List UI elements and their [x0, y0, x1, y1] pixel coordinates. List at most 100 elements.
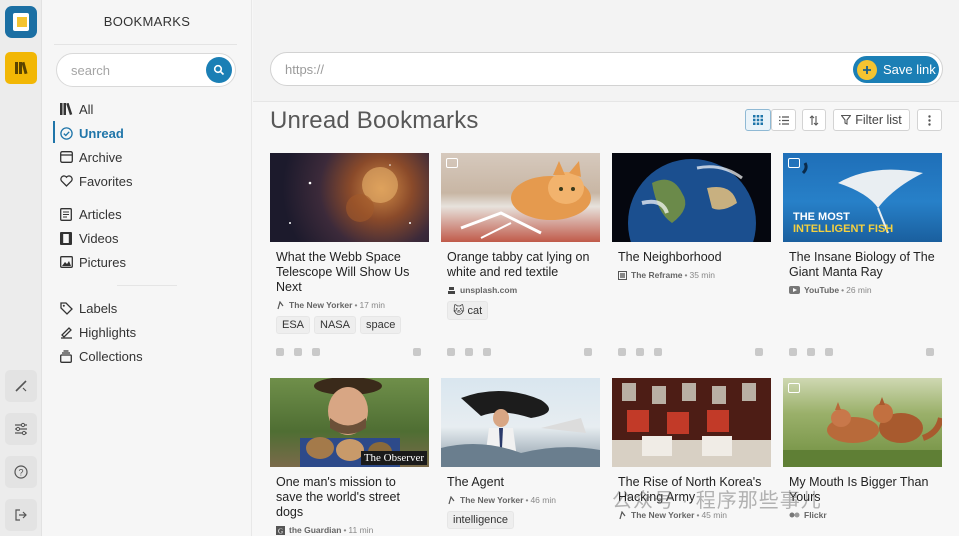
bookmark-card[interactable]: Orange tabby cat lying on white and red …: [441, 153, 600, 356]
tag-chip[interactable]: intelligence: [447, 511, 515, 529]
card-title[interactable]: The Insane Biology of The Giant Manta Ra…: [789, 250, 936, 280]
sidebar-item-unread[interactable]: Unread: [58, 121, 132, 145]
bookmark-card[interactable]: What the Webb Space Telescope Will Show …: [270, 153, 429, 356]
sidebar-item-pictures[interactable]: Pictures: [58, 250, 126, 274]
tag-chip[interactable]: space: [359, 316, 402, 334]
divider: [54, 44, 237, 45]
sidebar-item-label: All: [79, 101, 94, 117]
source-favicon-icon: [618, 270, 627, 280]
active-indicator: [53, 121, 55, 143]
sidebar-item-favorites[interactable]: Favorites: [58, 169, 132, 193]
card-title[interactable]: One man's mission to save the world's st…: [276, 475, 423, 520]
library-rail-button[interactable]: [5, 52, 37, 84]
open-link-icon[interactable]: [312, 348, 320, 356]
sidebar-item-archive[interactable]: Archive: [58, 145, 132, 169]
sidebar-title: BOOKMARKS: [103, 14, 191, 29]
bookmark-card[interactable]: The Agent The New Yorker • 46 min intell…: [441, 378, 600, 529]
card-thumbnail: [783, 378, 942, 467]
logout-icon: [15, 509, 27, 521]
archive-icon[interactable]: [465, 348, 473, 356]
archive-icon[interactable]: [807, 348, 815, 356]
sidebar-item-label: Labels: [79, 300, 118, 316]
settings-rail-button[interactable]: [5, 413, 37, 445]
sidebar-item-articles[interactable]: Articles: [58, 202, 126, 226]
archive-icon[interactable]: [636, 348, 644, 356]
wand-icon: [15, 380, 27, 392]
favorite-icon[interactable]: [447, 348, 455, 356]
open-link-icon[interactable]: [483, 348, 491, 356]
trash-icon[interactable]: [755, 348, 763, 356]
bookmark-card[interactable]: THE MOST INTELLIGENT FISH The Insane Bio…: [783, 153, 942, 356]
sidebar-item-label: Highlights: [79, 324, 137, 340]
card-source: The Reframe: [631, 270, 683, 280]
url-input[interactable]: [285, 62, 785, 77]
tag-icon: [58, 300, 74, 316]
sidebar-item-collections[interactable]: Collections: [58, 344, 143, 368]
search-input[interactable]: [71, 63, 201, 78]
tag-chip[interactable]: 🐱 cat: [447, 301, 489, 320]
favorite-icon[interactable]: [276, 348, 284, 356]
sidebar-item-highlights[interactable]: Highlights: [58, 320, 143, 344]
plus-icon: [857, 59, 877, 80]
save-link-button[interactable]: Save link: [853, 56, 939, 83]
card-actions: [789, 348, 937, 360]
card-meta: G the Guardian • 11 min: [276, 525, 374, 535]
card-title[interactable]: The Agent: [447, 475, 594, 490]
favorite-icon[interactable]: [789, 348, 797, 356]
nav-group-organize: Labels Highlights Collections: [58, 296, 143, 368]
open-link-icon[interactable]: [825, 348, 833, 356]
svg-text:G: G: [278, 527, 283, 535]
card-actions: [276, 348, 424, 360]
highlighter-icon: [58, 324, 74, 340]
favorite-icon[interactable]: [618, 348, 626, 356]
sidebar-item-labels[interactable]: Labels: [58, 296, 143, 320]
search-button[interactable]: [206, 57, 232, 83]
list-icon: [778, 115, 789, 125]
open-link-icon[interactable]: [654, 348, 662, 356]
logout-rail-button[interactable]: [5, 499, 37, 531]
tools-rail-button[interactable]: [5, 370, 37, 402]
sidebar: BOOKMARKS All Unread Archive Favorites A…: [42, 0, 252, 536]
sort-button[interactable]: [802, 109, 826, 131]
card-actions: [618, 348, 766, 360]
card-meta: YouTube • 26 min: [789, 285, 936, 295]
help-rail-button[interactable]: ?: [5, 456, 37, 488]
filter-list-button[interactable]: Filter list: [833, 109, 910, 131]
sidebar-item-all[interactable]: All: [58, 97, 132, 121]
card-thumbnail: [270, 153, 429, 242]
card-title[interactable]: The Neighborhood: [618, 250, 765, 265]
card-source: The New Yorker: [289, 300, 353, 310]
bookmark-card[interactable]: The Neighborhood The Reframe • 35 min: [612, 153, 771, 356]
card-meta: The New Yorker • 46 min: [447, 495, 594, 505]
card-source: unsplash.com: [460, 285, 518, 295]
thumb-masthead: The Observer: [360, 451, 427, 465]
trash-icon[interactable]: [413, 348, 421, 356]
trash-icon[interactable]: [584, 348, 592, 356]
video-type-icon: [788, 158, 800, 168]
image-icon: [58, 254, 74, 270]
svg-text:?: ?: [18, 468, 23, 478]
tag-chip[interactable]: ESA: [276, 316, 311, 334]
stack-icon: [58, 348, 74, 364]
sidebar-item-videos[interactable]: Videos: [58, 226, 126, 250]
list-view-button[interactable]: [771, 109, 796, 131]
thumb-title-line-1: THE MOST: [793, 211, 850, 223]
card-thumbnail: [441, 378, 600, 467]
card-thumbnail: [612, 378, 771, 467]
card-tags: intelligence: [447, 511, 594, 529]
grid-view-button[interactable]: [745, 109, 771, 131]
archive-icon: [58, 149, 74, 165]
app-logo-icon[interactable]: [5, 6, 37, 38]
card-thumbnail: THE MOST INTELLIGENT FISH: [783, 153, 942, 242]
heart-icon: [58, 173, 74, 189]
card-title[interactable]: Orange tabby cat lying on white and red …: [447, 250, 594, 280]
more-options-button[interactable]: [917, 109, 942, 131]
source-favicon-icon: [447, 495, 456, 505]
tag-chip[interactable]: NASA: [314, 316, 356, 334]
filter-list-label: Filter list: [855, 113, 902, 127]
bookmark-card[interactable]: The Observer One man's mission to save t…: [270, 378, 429, 535]
card-title[interactable]: What the Webb Space Telescope Will Show …: [276, 250, 423, 295]
source-favicon-icon: [276, 300, 285, 310]
archive-icon[interactable]: [294, 348, 302, 356]
trash-icon[interactable]: [926, 348, 934, 356]
